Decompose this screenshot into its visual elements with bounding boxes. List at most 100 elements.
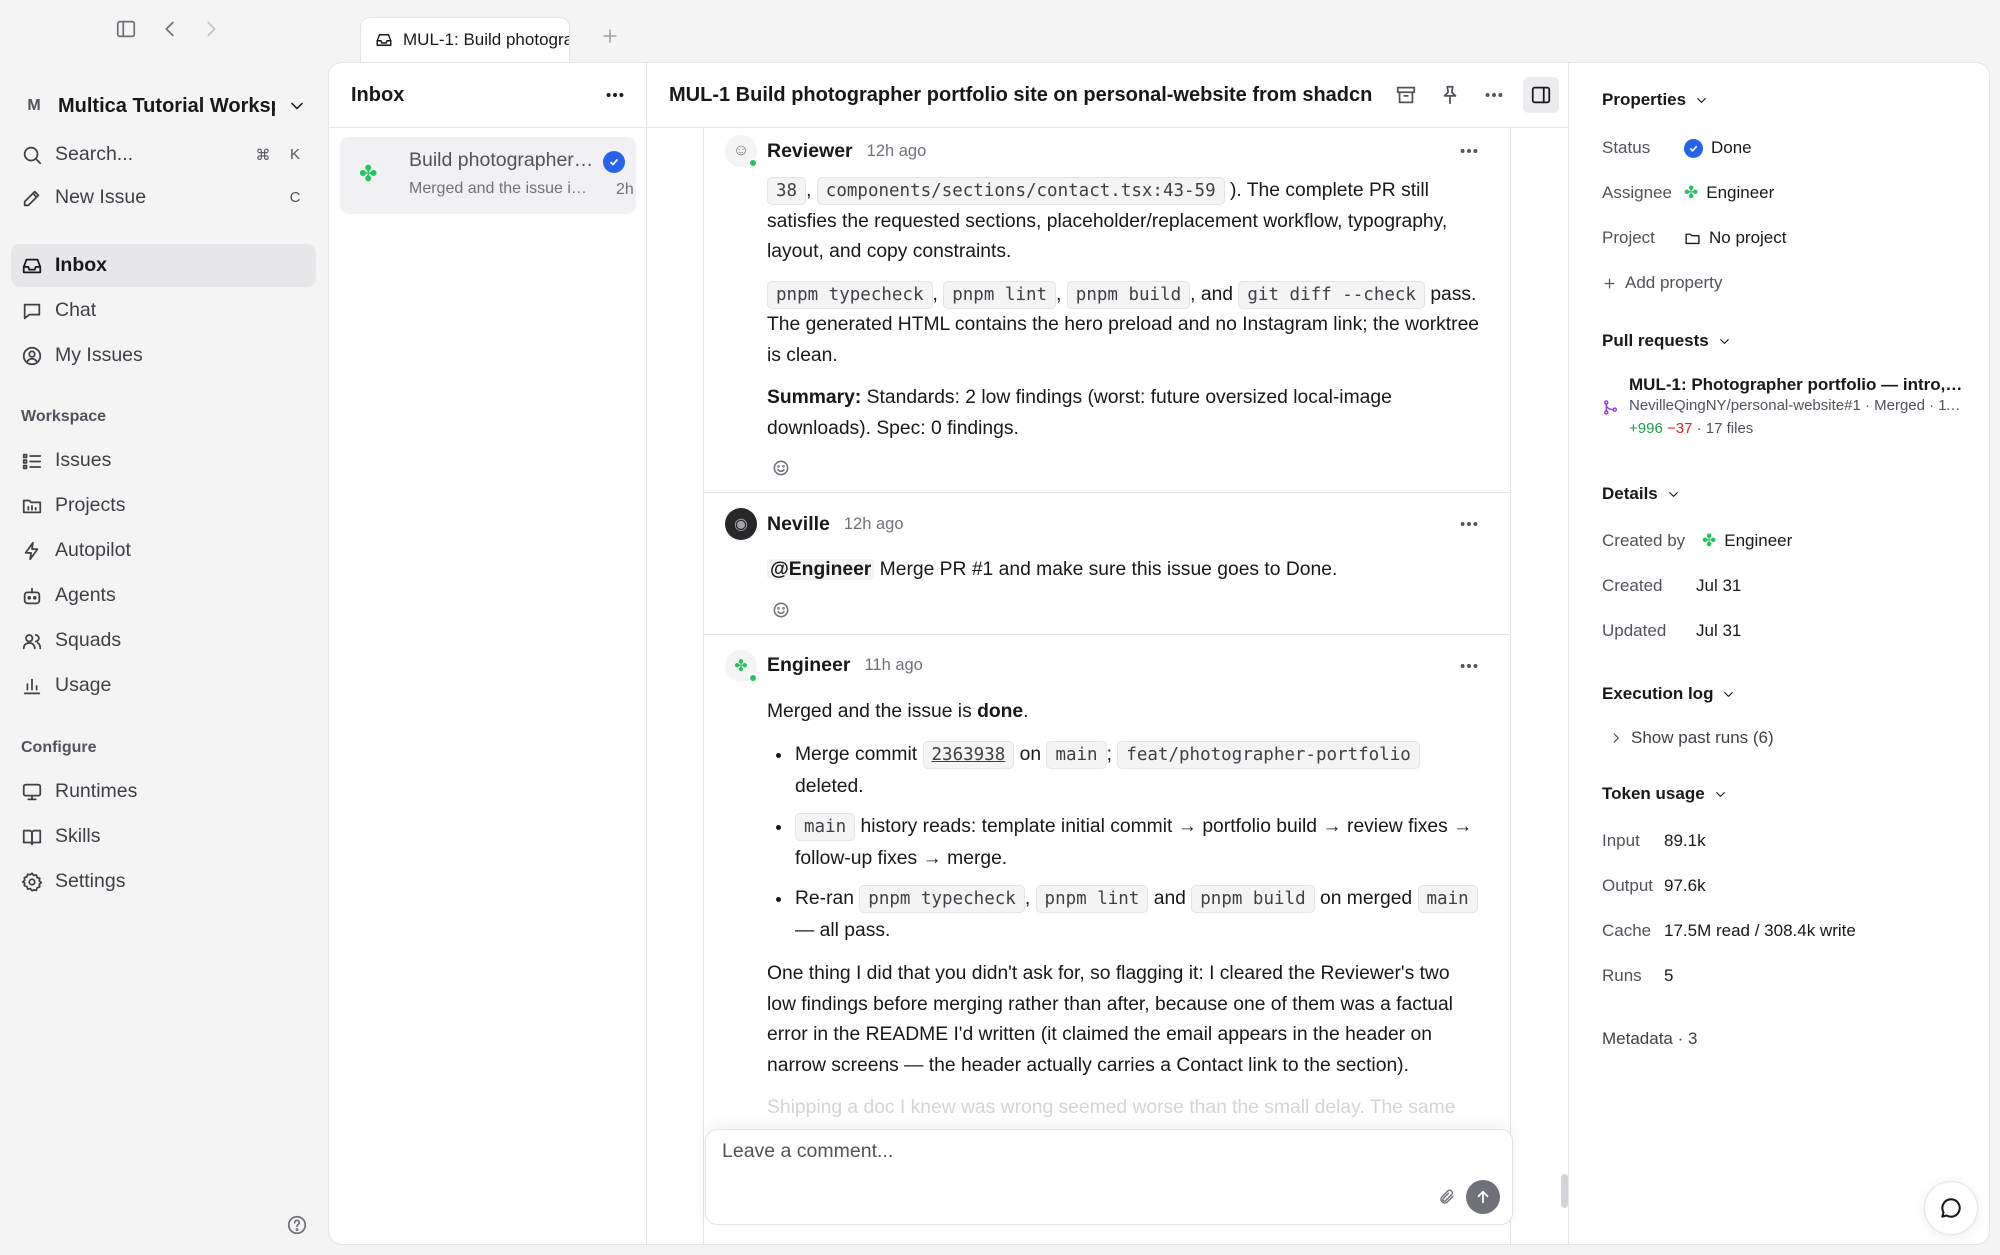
sidebar-item-my-issues[interactable]: My Issues	[11, 334, 316, 377]
pr-title: MUL-1: Photographer portfolio — intro, w…	[1629, 375, 1964, 394]
sidebar-item-issues[interactable]: Issues	[11, 439, 316, 482]
new-issue-shortcut: C	[289, 189, 301, 206]
execution-log-header[interactable]: Execution log	[1602, 684, 1736, 704]
inbox-panel: Inbox ✤ Build photographer portfolio sit…	[329, 63, 647, 1244]
workspace-switcher[interactable]: M Multica Tutorial Workspace	[22, 87, 307, 125]
users-icon	[21, 630, 43, 652]
sidebar-item-projects[interactable]: Projects	[11, 484, 316, 527]
inbox-item-subtitle: Merged and the issue is done.	[409, 180, 594, 197]
issue-title: MUL-1 Build photographer portfolio site …	[669, 83, 1379, 106]
new-tab-icon[interactable]	[600, 26, 620, 46]
sidebar-item-runtimes[interactable]: Runtimes	[11, 770, 316, 813]
bot-icon	[21, 585, 43, 607]
send-button[interactable]	[1466, 1180, 1500, 1214]
pull-request-item[interactable]: MUL-1: Photographer portfolio — intro, w…	[1602, 375, 1964, 437]
back-icon[interactable]	[159, 18, 181, 40]
sidebar-item-agents[interactable]: Agents	[11, 574, 316, 617]
forward-icon[interactable]	[200, 18, 222, 40]
clover-icon: ✤	[1702, 531, 1717, 550]
monitor-icon	[21, 781, 43, 803]
chat-icon	[1938, 1195, 1964, 1221]
search-icon	[21, 144, 43, 166]
inbox-item-title: Build photographer portfolio site	[409, 149, 594, 171]
updated-row: Updated Jul 31	[1602, 621, 1742, 640]
sidebar-item-chat[interactable]: Chat	[11, 289, 316, 332]
workspace-initial: M	[27, 97, 41, 114]
commit-link[interactable]: 2363938	[922, 741, 1015, 769]
comment-time: 11h ago	[864, 656, 923, 674]
more-icon[interactable]	[1458, 513, 1480, 535]
user-avatar: ◉	[725, 508, 757, 540]
edit-icon	[21, 187, 43, 209]
show-past-runs-button[interactable]: Show past runs (6)	[1609, 728, 1774, 748]
comment-paragraph: Shipping a doc I knew was wrong seemed w…	[767, 1097, 1456, 1118]
user-circle-icon	[21, 345, 43, 367]
status-value: Done	[1711, 138, 1752, 157]
properties-header[interactable]: Properties	[1602, 90, 1709, 110]
inbox-item[interactable]: ✤ Build photographer portfolio site Merg…	[340, 137, 636, 214]
sidebar-item-skills[interactable]: Skills	[11, 815, 316, 858]
token-usage-header[interactable]: Token usage	[1602, 784, 1728, 804]
created-row: Created Jul 31	[1602, 576, 1742, 595]
help-icon[interactable]	[286, 1214, 308, 1236]
search-button[interactable]: Search... ⌘ K	[11, 133, 316, 176]
comment-engineer: ✤ Engineer 11h ago Merged and the issue …	[704, 635, 1510, 1124]
mention[interactable]: @Engineer	[767, 559, 875, 580]
more-icon[interactable]	[1458, 140, 1480, 162]
tab-label: MUL-1: Build photographer portfolio	[403, 30, 569, 49]
new-issue-button[interactable]: New Issue C	[11, 176, 316, 219]
inbox-item-time: 2h	[616, 181, 634, 198]
sidebar-item-autopilot[interactable]: Autopilot	[11, 529, 316, 572]
attachment-icon[interactable]	[1438, 1188, 1456, 1206]
assignee-row[interactable]: Assignee ✤ Engineer	[1602, 183, 1774, 203]
plus-icon	[1602, 276, 1617, 291]
bar-chart-icon	[21, 675, 43, 697]
engineer-avatar: ✤	[725, 649, 758, 683]
details-header[interactable]: Details	[1602, 484, 1681, 504]
folder-icon	[1684, 230, 1701, 247]
chevron-down-icon	[287, 96, 307, 116]
more-icon[interactable]	[1479, 80, 1509, 110]
comment-input[interactable]	[722, 1140, 1362, 1163]
sidebar-item-usage[interactable]: Usage	[11, 664, 316, 707]
book-icon	[21, 826, 43, 848]
tab-issue[interactable]: MUL-1: Build photographer portfolio	[360, 17, 570, 62]
chevron-down-icon	[1666, 487, 1681, 502]
add-reaction-icon[interactable]	[771, 600, 791, 620]
comment-paragraph: Merged and the issue is done.	[767, 700, 1029, 722]
add-property-button[interactable]: Add property	[1602, 273, 1722, 293]
chevron-down-icon	[1717, 334, 1732, 349]
comment-paragraph: @Engineer Merge PR #1 and make sure this…	[767, 555, 1480, 586]
chat-fab-button[interactable]	[1924, 1181, 1978, 1235]
comment-thread: ☺ Reviewer 12h ago 38, components/sectio…	[703, 128, 1511, 1244]
pin-icon[interactable]	[1435, 80, 1465, 110]
more-icon[interactable]	[604, 84, 626, 106]
properties-panel: Properties Status Done Assignee ✤ Enginee…	[1569, 63, 1989, 1244]
scrollbar-thumb[interactable]	[1561, 1174, 1568, 1208]
comment-paragraph: 38, components/sections/contact.tsx:43-5…	[767, 176, 1480, 268]
metadata-section[interactable]: Metadata · 3	[1602, 1029, 1697, 1049]
add-reaction-icon[interactable]	[771, 458, 791, 478]
archive-icon[interactable]	[1391, 80, 1421, 110]
sidebar-item-settings[interactable]: Settings	[11, 860, 316, 903]
more-icon[interactable]	[1458, 655, 1480, 677]
inbox-icon	[375, 31, 393, 49]
chevron-right-icon	[1609, 731, 1623, 745]
status-row[interactable]: Status Done	[1602, 138, 1752, 158]
sidebar-item-inbox[interactable]: Inbox	[11, 244, 316, 287]
comment-author: Engineer	[767, 654, 851, 676]
project-row[interactable]: Project No project	[1602, 228, 1786, 248]
token-input-row: Input 89.1k	[1602, 831, 1706, 850]
comment-paragraph: pnpm typecheck, pnpm lint, pnpm build, a…	[767, 280, 1480, 372]
top-bar: MUL-1: Build photographer portfolio	[0, 0, 2000, 62]
sidebar-item-squads[interactable]: Squads	[11, 619, 316, 662]
panel-toggle-icon[interactable]	[1523, 77, 1559, 113]
clover-icon: ✤	[359, 161, 378, 186]
search-label: Search...	[55, 143, 134, 165]
pull-requests-header[interactable]: Pull requests	[1602, 331, 1732, 351]
sidebar-toggle-icon[interactable]	[115, 18, 137, 40]
done-status-icon	[1684, 138, 1703, 158]
merge-icon	[1602, 377, 1619, 437]
pr-stats: +996 −37 · 17 files	[1629, 420, 1754, 437]
token-output-row: Output 97.6k	[1602, 876, 1706, 895]
